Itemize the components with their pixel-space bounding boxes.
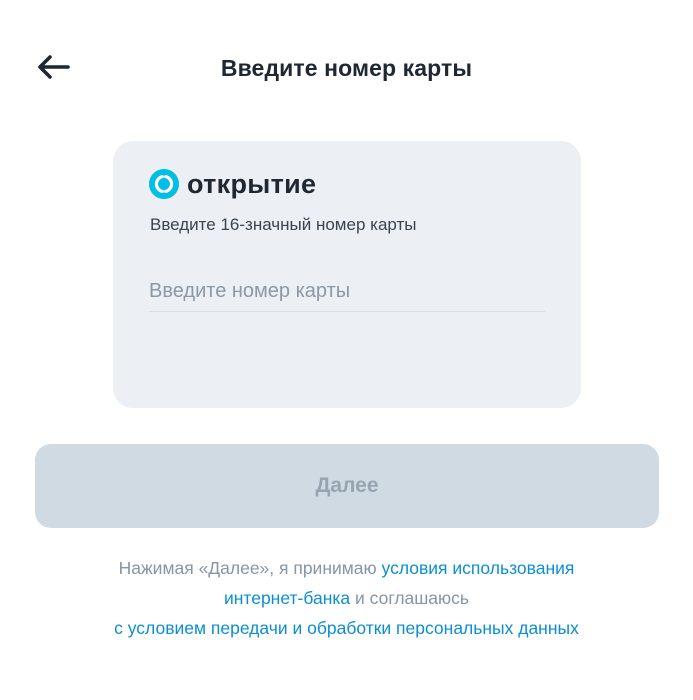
next-button[interactable]: Далее [35,444,659,528]
card-form: открытие Введите 16-значный номер карты [113,141,581,408]
otkritie-logo-icon [149,169,179,199]
card-entry-screen: Введите номер карты открытие Введите 16-… [0,0,693,700]
personal-data-link[interactable]: с условием передачи и обработки персонал… [114,618,579,638]
header: Введите номер карты [0,0,693,140]
bank-brand: открытие [149,168,316,200]
legal-text-2: и соглашаюсь [350,588,470,608]
bank-name: открытие [187,168,317,199]
card-number-hint: Введите 16-значный номер карты [150,215,417,234]
card-number-input[interactable] [149,278,545,312]
legal-text-1: Нажимая «Далее», я принимаю [118,558,382,578]
legal-notice: Нажимая «Далее», я принимаю условия испо… [90,553,603,643]
page-title: Введите номер карты [220,55,473,81]
